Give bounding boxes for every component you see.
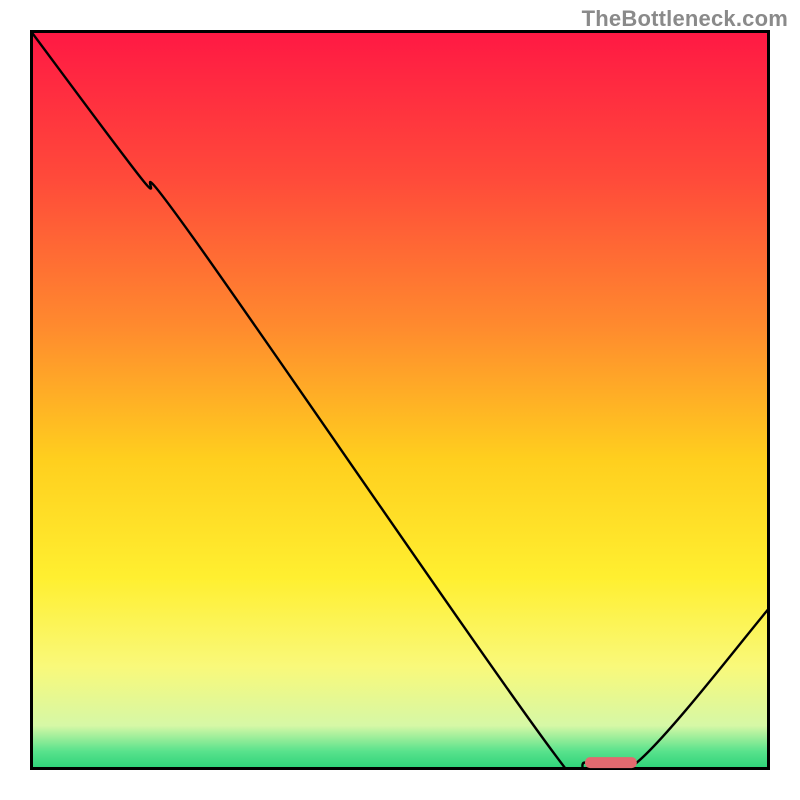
chart-background-gradient — [30, 30, 770, 770]
bottleneck-chart-svg — [30, 30, 770, 770]
optimal-range-marker — [585, 757, 637, 768]
chart-plot-area — [30, 30, 770, 770]
watermark-text: TheBottleneck.com — [582, 6, 788, 32]
